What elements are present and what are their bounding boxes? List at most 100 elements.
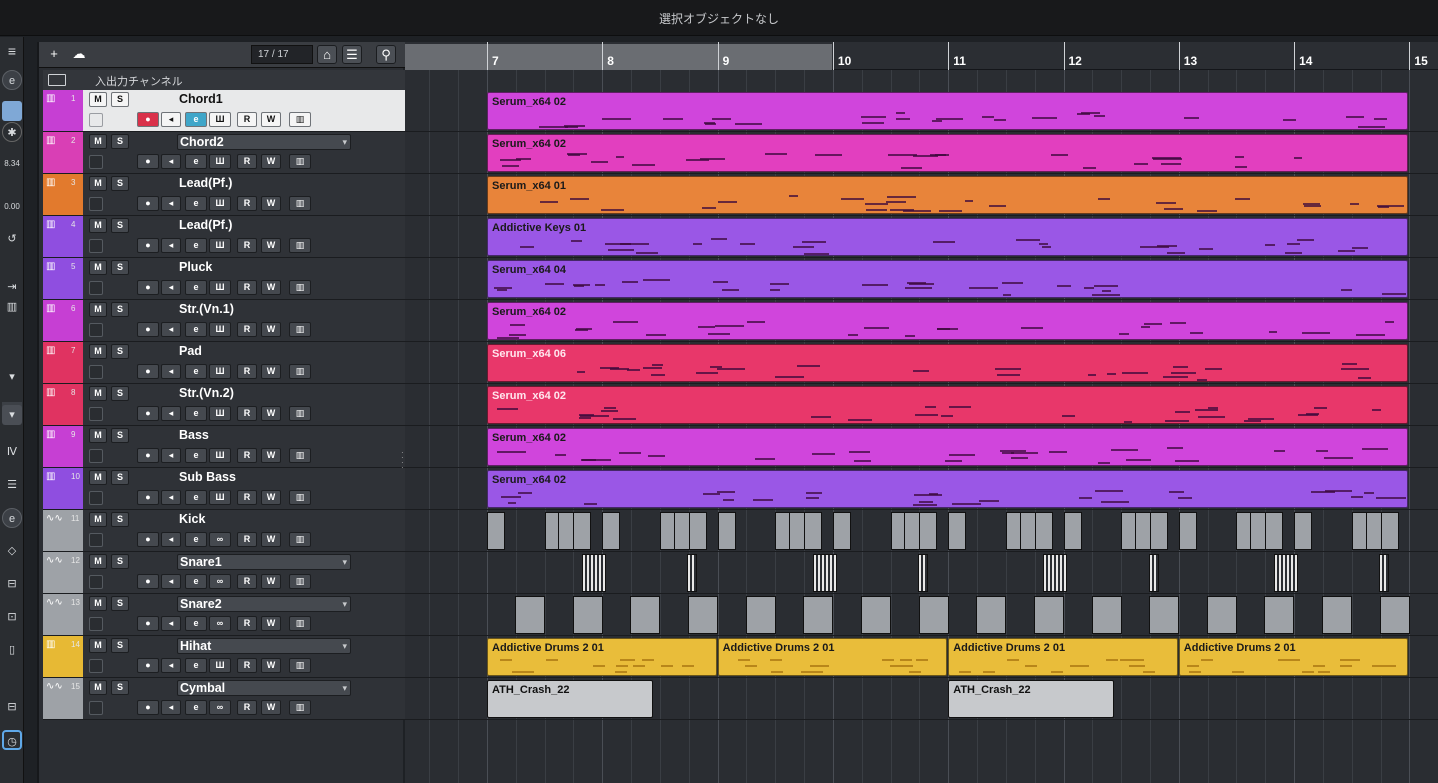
solo-button[interactable]: S xyxy=(111,260,129,275)
solo-button[interactable]: S xyxy=(111,596,129,611)
track-checkbox[interactable] xyxy=(89,365,103,379)
midi-part[interactable]: Serum_x64 02 xyxy=(487,92,1409,130)
mute-button[interactable]: M xyxy=(89,386,107,401)
track-row[interactable]: ▥ 10 M S Sub Bass ● ◂ e Ш R W ▥ xyxy=(43,468,405,510)
track-color-strip[interactable]: ▥ 10 xyxy=(43,468,83,509)
track-row[interactable]: ▥ 1 M S Chord1 ● ◂ e Ш R W ▥ xyxy=(43,90,405,132)
record-button[interactable]: ● xyxy=(137,700,159,715)
track-row[interactable]: ▥ 5 M S Pluck ● ◂ e Ш R W ▥ xyxy=(43,258,405,300)
track-row[interactable]: ▥ 7 M S Pad ● ◂ e Ш R W ▥ xyxy=(43,342,405,384)
track-color-strip[interactable]: ▥ 5 xyxy=(43,258,83,299)
midi-part[interactable]: Addictive Drums 2 01 xyxy=(1178,638,1409,676)
home-icon[interactable]: ⌂ xyxy=(317,45,337,64)
write-button[interactable]: W xyxy=(261,490,281,505)
send-icon[interactable]: ⊟ xyxy=(2,574,22,594)
io-channel-row[interactable]: 入出力チャンネル xyxy=(43,70,405,90)
write-button[interactable]: W xyxy=(261,700,281,715)
audio-event[interactable] xyxy=(687,596,718,634)
monitor-button[interactable]: ◂ xyxy=(161,364,181,379)
keyboard-icon[interactable]: Ш xyxy=(209,490,231,505)
add-track-icon[interactable]: + xyxy=(44,45,64,64)
edit-button[interactable]: e xyxy=(185,616,207,631)
track-color-strip[interactable]: ▥ 14 xyxy=(43,636,83,677)
mute-button[interactable]: M xyxy=(89,596,107,611)
audio-event[interactable] xyxy=(1380,512,1399,550)
monitor-button[interactable]: ◂ xyxy=(161,112,181,127)
read-button[interactable]: R xyxy=(237,280,257,295)
midi-part[interactable]: Serum_x64 06 xyxy=(487,344,1409,382)
midi-part[interactable]: Serum_x64 01 xyxy=(487,176,1409,214)
lanes-icon[interactable]: ▥ xyxy=(289,490,311,505)
write-button[interactable]: W xyxy=(261,364,281,379)
solo-button[interactable]: S xyxy=(111,134,129,149)
link-icon[interactable]: ∞ xyxy=(209,700,231,715)
record-button[interactable]: ● xyxy=(137,364,159,379)
solo-button[interactable]: S xyxy=(111,638,129,653)
audio-event[interactable] xyxy=(1091,596,1122,634)
record-button[interactable]: ● xyxy=(137,406,159,421)
read-button[interactable]: R xyxy=(237,196,257,211)
record-button[interactable]: ● xyxy=(137,112,159,127)
audio-event[interactable] xyxy=(1379,554,1390,592)
track-name[interactable]: Snare2 xyxy=(177,596,351,612)
audio-event[interactable] xyxy=(1178,512,1197,550)
audio-event[interactable] xyxy=(1265,512,1284,550)
mute-button[interactable]: M xyxy=(89,512,107,527)
mixer-icon[interactable]: ☰ xyxy=(2,475,22,495)
mute-button[interactable]: M xyxy=(89,302,107,317)
audio-event[interactable] xyxy=(572,596,603,634)
write-button[interactable]: W xyxy=(261,574,281,589)
track-checkbox[interactable] xyxy=(89,197,103,211)
monitor-button[interactable]: ◂ xyxy=(161,658,181,673)
monitor-button[interactable]: ◂ xyxy=(161,574,181,589)
record-button[interactable]: ● xyxy=(137,532,159,547)
track-row[interactable]: ▥ 4 M S Lead(Pf.) ● ◂ e Ш R W ▥ xyxy=(43,216,405,258)
track-checkbox[interactable] xyxy=(89,239,103,253)
track-checkbox[interactable] xyxy=(89,407,103,421)
edit-button[interactable]: e xyxy=(185,112,207,127)
menu-icon[interactable]: ≡ xyxy=(2,41,22,61)
solo-button[interactable]: S xyxy=(111,302,129,317)
audio-event[interactable] xyxy=(573,512,592,550)
dropdown-icon[interactable]: ▾ xyxy=(2,405,22,425)
lanes-icon[interactable]: ▥ xyxy=(289,154,311,169)
write-button[interactable]: W xyxy=(261,112,281,127)
list-icon[interactable]: ☰ xyxy=(342,45,362,64)
track-name[interactable]: Pluck xyxy=(177,260,351,276)
audio-event[interactable] xyxy=(1206,596,1237,634)
track-checkbox[interactable] xyxy=(89,533,103,547)
audio-event[interactable] xyxy=(918,596,949,634)
edit-button[interactable]: e xyxy=(185,238,207,253)
solo-button[interactable]: S xyxy=(111,386,129,401)
track-name[interactable]: Bass xyxy=(177,428,351,444)
audio-event[interactable] xyxy=(1063,512,1082,550)
edit-button[interactable]: e xyxy=(185,322,207,337)
audio-event[interactable] xyxy=(688,512,707,550)
audio-event[interactable] xyxy=(919,512,938,550)
track-color-strip[interactable]: ▥ 3 xyxy=(43,174,83,215)
mute-button[interactable]: M xyxy=(89,92,107,107)
track-color-strip[interactable]: ▥ 8 xyxy=(43,384,83,425)
record-button[interactable]: ● xyxy=(137,154,159,169)
audio-event[interactable] xyxy=(1379,596,1410,634)
write-button[interactable]: W xyxy=(261,658,281,673)
track-row[interactable]: ∿∿ 12 M S Snare1 ● ◂ e ∞ R W ▥ xyxy=(43,552,405,594)
solo-button[interactable]: S xyxy=(111,512,129,527)
lanes-icon[interactable]: ▥ xyxy=(289,700,311,715)
record-button[interactable]: ● xyxy=(137,238,159,253)
eq-icon[interactable]: Ⅳ xyxy=(2,442,22,462)
read-button[interactable]: R xyxy=(237,322,257,337)
lanes-icon[interactable]: ▥ xyxy=(289,406,311,421)
audio-event[interactable] xyxy=(917,554,928,592)
keyboard-icon[interactable]: ▥ xyxy=(2,297,22,317)
mute-button[interactable]: M xyxy=(89,344,107,359)
audio-event[interactable] xyxy=(1294,512,1313,550)
track-color-strip[interactable]: ▥ 1 xyxy=(43,90,83,131)
route-icon[interactable]: ⇥ xyxy=(2,277,22,297)
read-button[interactable]: R xyxy=(237,154,257,169)
track-name[interactable]: Kick xyxy=(177,512,351,528)
mute-button[interactable]: M xyxy=(89,134,107,149)
audio-event[interactable] xyxy=(812,554,837,592)
write-button[interactable]: W xyxy=(261,406,281,421)
midi-part[interactable]: Addictive Drums 2 01 xyxy=(487,638,717,676)
